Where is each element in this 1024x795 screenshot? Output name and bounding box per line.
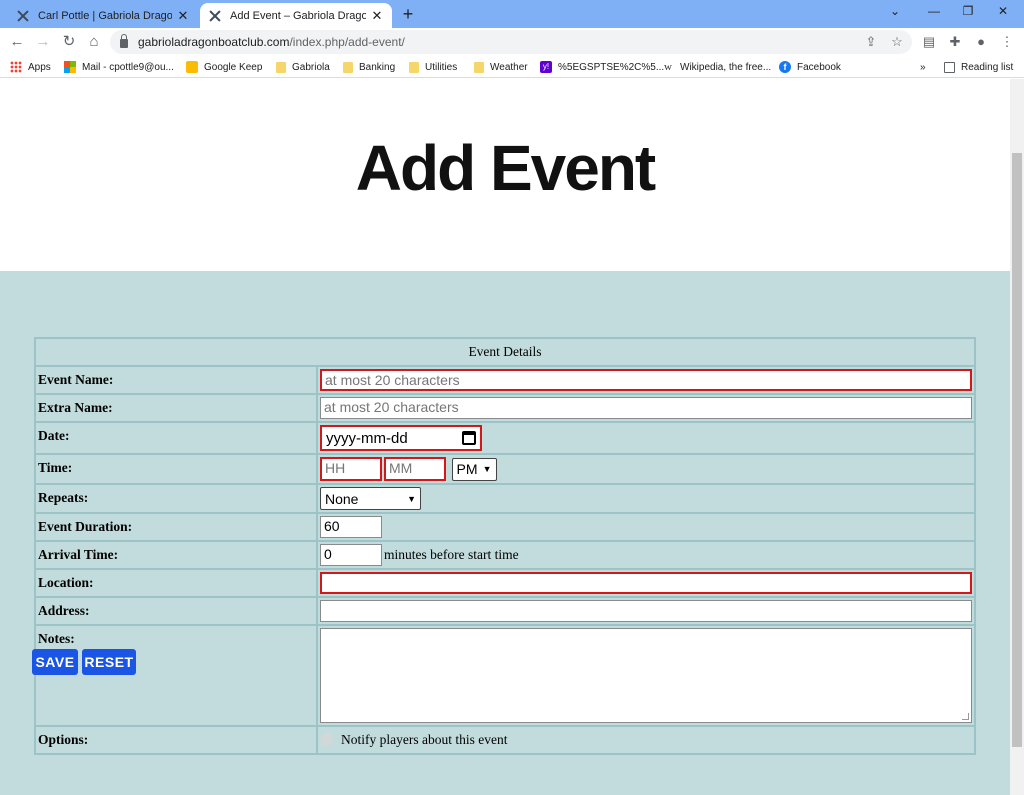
home-icon[interactable]: ⌂ — [85, 33, 103, 51]
lock-icon — [120, 34, 128, 48]
duration-label: Event Duration: — [34, 512, 318, 542]
notes-textarea[interactable] — [320, 628, 972, 723]
new-tab-plus-icon[interactable]: + — [398, 4, 418, 25]
notes-label: Notes: — [34, 624, 318, 727]
table-header: Event Details — [34, 337, 976, 367]
page-title: Add Event — [355, 132, 656, 204]
scrollbar-thumb[interactable] — [1012, 153, 1022, 747]
browser-toolbar: ← → ↻ ⌂ gabrioladragonboatclub.com/index… — [0, 28, 1024, 56]
folder-icon — [409, 61, 419, 73]
address-input[interactable] — [320, 600, 972, 622]
bookmark-banking[interactable]: Banking — [343, 60, 395, 74]
apps-grid-icon — [10, 61, 22, 73]
url-text: gabrioladragonboatclub.com/index.php/add… — [138, 35, 405, 49]
close-icon[interactable]: ✕ — [176, 8, 190, 24]
time-label: Time: — [34, 453, 318, 485]
date-input[interactable]: yyyy-mm-dd — [320, 425, 482, 451]
yahoo-icon: y! — [540, 61, 552, 73]
extra-name-input[interactable]: at most 20 characters — [320, 397, 972, 419]
facebook-icon: f — [779, 61, 791, 73]
profile-avatar-icon[interactable]: ● — [972, 33, 990, 51]
reset-button[interactable]: RESET — [82, 649, 136, 675]
close-icon[interactable]: ✕ — [370, 8, 384, 24]
back-arrow-icon[interactable]: ← — [8, 33, 26, 51]
repeats-label: Repeats: — [34, 483, 318, 514]
google-keep-icon — [186, 61, 198, 73]
tab-add-event[interactable]: Add Event – Gabriola Dragon Boa ✕ — [200, 3, 392, 28]
bookmark-weather[interactable]: Weather — [474, 60, 528, 74]
minimize-icon[interactable]: — — [924, 4, 944, 18]
dragon-boat-favicon-icon — [208, 9, 222, 23]
event-details-table: Event Details Event Name: at most 20 cha… — [34, 337, 976, 755]
microsoft-icon — [64, 61, 76, 73]
arrival-time-suffix: minutes before start time — [384, 547, 519, 562]
extensions-puzzle-icon[interactable]: ✚ — [946, 33, 964, 51]
extra-name-label: Extra Name: — [34, 393, 318, 423]
page-header: Add Event — [0, 79, 1010, 271]
bookmark-utilities[interactable]: Utilities — [409, 60, 457, 74]
dragon-boat-favicon-icon — [16, 9, 30, 23]
tab-carl-pottle[interactable]: Carl Pottle | Gabriola Dragon Boa ✕ — [8, 3, 198, 28]
wikipedia-icon: w — [664, 61, 672, 73]
chevron-down-icon: ▼ — [407, 493, 416, 504]
restore-icon[interactable]: ❐ — [958, 4, 978, 18]
tab-search-chevron-icon[interactable]: ⌄ — [885, 4, 905, 18]
event-name-label: Event Name: — [34, 365, 318, 395]
bookmark-star-icon[interactable]: ☆ — [888, 33, 906, 51]
arrival-time-label: Arrival Time: — [34, 540, 318, 570]
date-label: Date: — [34, 421, 318, 455]
bookmark-gabriola[interactable]: Gabriola — [276, 60, 330, 74]
share-icon[interactable]: ⇪ — [862, 33, 880, 51]
tab-title: Carl Pottle | Gabriola Dragon Boa — [38, 9, 172, 22]
folder-icon — [276, 61, 286, 73]
location-input[interactable] — [320, 572, 972, 594]
address-label: Address: — [34, 596, 318, 626]
reload-icon[interactable]: ↻ — [60, 33, 78, 51]
bookmark-google-keep[interactable]: Google Keep — [186, 60, 262, 74]
reading-list-icon — [944, 61, 955, 73]
arrival-time-input[interactable]: 0 — [320, 544, 382, 566]
reading-list[interactable]: Reading list — [944, 60, 1013, 74]
location-label: Location: — [34, 568, 318, 598]
bookmark-tsx[interactable]: y! %5EGSPTSE%2C%5... — [540, 60, 664, 74]
notify-label: Notify players about this event — [341, 731, 508, 747]
folder-icon — [343, 61, 353, 73]
bookmark-mail[interactable]: Mail - cpottle9@ou... — [64, 60, 174, 74]
bookmark-facebook[interactable]: f Facebook — [779, 60, 841, 74]
tab-title: Add Event – Gabriola Dragon Boa — [230, 9, 366, 22]
folder-icon — [474, 61, 484, 73]
extension-page-icon[interactable]: ▤ — [920, 33, 938, 51]
chevron-down-icon: ▼ — [482, 464, 492, 474]
menu-kebab-icon[interactable]: ⋮ — [998, 33, 1016, 51]
repeats-select[interactable]: None ▼ — [320, 487, 421, 510]
bookmarks-bar: Apps Mail - cpottle9@ou... Google Keep G… — [0, 56, 1024, 78]
hour-input[interactable]: HH — [320, 457, 382, 481]
options-label: Options: — [34, 725, 318, 755]
web-page: Add Event Event Details Event Name: at m… — [0, 79, 1010, 795]
ampm-select[interactable]: PM ▼ — [451, 457, 497, 481]
bookmarks-overflow-chevron[interactable]: » — [920, 60, 926, 74]
minute-input[interactable]: MM — [384, 457, 446, 481]
tab-strip: Carl Pottle | Gabriola Dragon Boa ✕ Add … — [0, 0, 1024, 28]
notify-checkbox[interactable] — [320, 733, 333, 747]
save-button[interactable]: SAVE — [32, 649, 78, 675]
window-close-icon[interactable]: ✕ — [993, 4, 1013, 18]
date-placeholder: yyyy-mm-dd — [326, 429, 408, 447]
address-bar[interactable]: gabrioladragonboatclub.com/index.php/add… — [110, 30, 912, 54]
event-name-input[interactable]: at most 20 characters — [320, 369, 972, 391]
page-scrollbar[interactable] — [1010, 79, 1024, 795]
bookmark-wikipedia[interactable]: w Wikipedia, the free... — [662, 60, 771, 74]
form-section: Event Details Event Name: at most 20 cha… — [0, 271, 1010, 795]
calendar-icon[interactable] — [462, 431, 476, 445]
duration-input[interactable]: 60 — [320, 516, 382, 538]
bookmark-apps[interactable]: Apps — [10, 60, 51, 74]
forward-arrow-icon[interactable]: → — [34, 33, 52, 51]
